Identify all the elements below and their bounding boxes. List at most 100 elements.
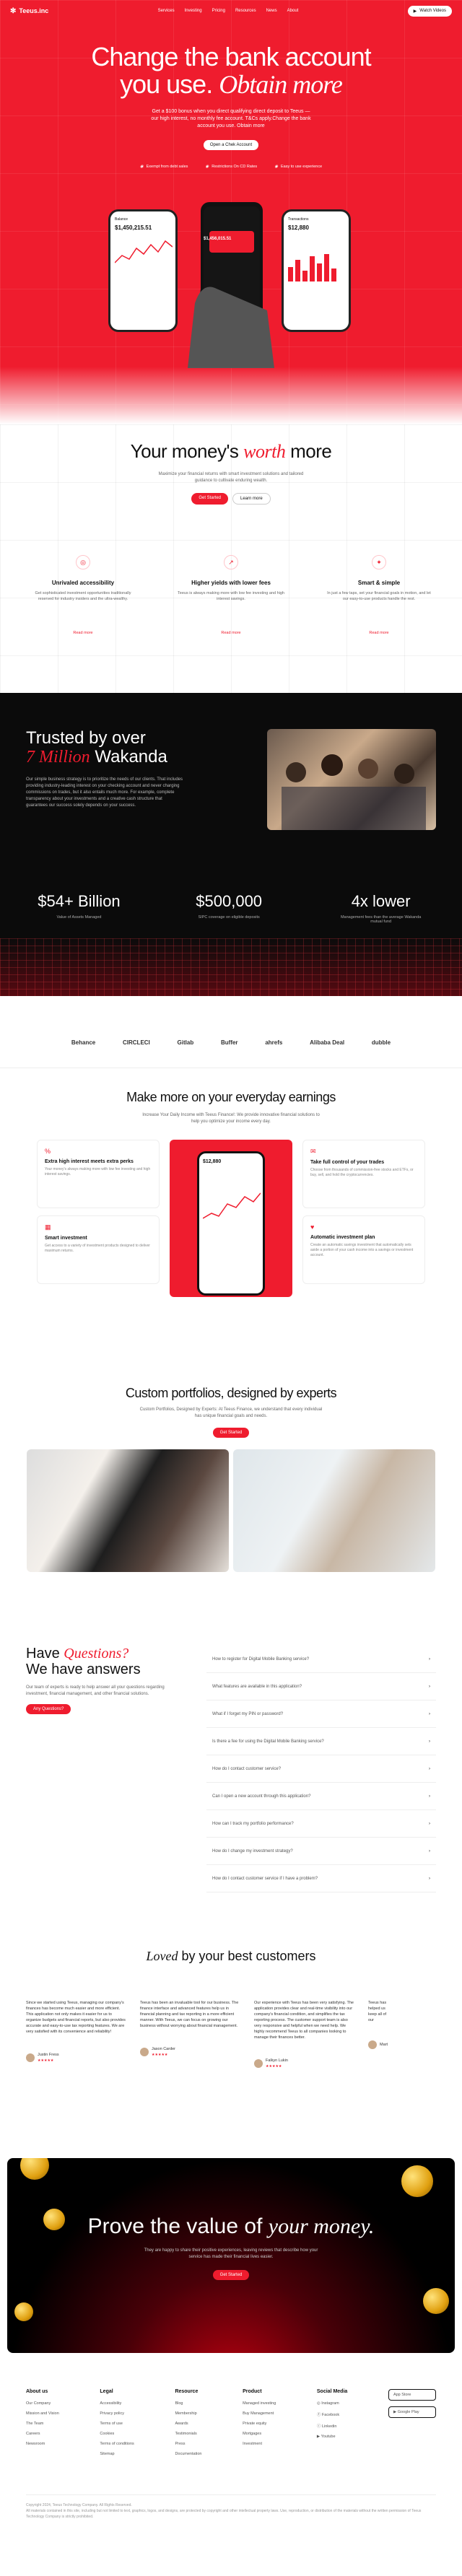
faq-item[interactable]: How do I contact customer service if I h…	[206, 1865, 436, 1892]
read-more-link[interactable]: Read more	[177, 631, 285, 635]
feature-card: ✦ Smart & simple In just a few taps, set y…	[325, 555, 433, 635]
trust-title-2: Wakanda	[95, 747, 167, 767]
google-play-button[interactable]: ▶ Google Play	[388, 2406, 436, 2418]
logo-buffer: Buffer	[220, 1039, 238, 1046]
footer-link[interactable]: Mortgages	[243, 2432, 276, 2436]
nav-resources[interactable]: Resources	[235, 9, 256, 13]
earnings-title: Make more on your everyday earnings	[126, 1090, 336, 1104]
app-store-button[interactable]: App Store	[388, 2389, 436, 2401]
footer-link[interactable]: Accessibility	[100, 2401, 134, 2406]
cta-get-started-button[interactable]: Get Started	[212, 2270, 250, 2280]
footer-link[interactable]: Mission and Vision	[26, 2411, 59, 2416]
testimonial-text: Teeus has been an invaluable tool for ou…	[140, 2001, 239, 2028]
faq-question: Is there a fee for using the Digital Mob…	[212, 1739, 324, 1744]
portfolio-get-started-button[interactable]: Get Started	[212, 1428, 250, 1438]
stat-value: 4x lower	[351, 892, 411, 910]
sparkle-icon: ✦	[372, 555, 386, 569]
learn-more-button[interactable]: Learn more	[232, 493, 271, 505]
footer-link[interactable]: The Team	[26, 2422, 59, 2426]
faq-item[interactable]: Is there a fee for using the Digital Mob…	[206, 1728, 436, 1755]
logo-alibaba: Alibaba Deal	[310, 1039, 345, 1046]
get-started-button[interactable]: Get Started	[191, 493, 228, 505]
faq-item[interactable]: How do I contact customer service? ›	[206, 1755, 436, 1783]
trend-up-icon: ↗	[224, 555, 238, 569]
faq-item[interactable]: How can I track my portfolio performance…	[206, 1810, 436, 1838]
hero-title: Change the bank account you use. Obtain …	[0, 43, 462, 99]
footer-social-facebook[interactable]: ⓕ Facebook	[317, 2411, 347, 2417]
earn-card-title: Automatic investment plan	[310, 1235, 375, 1240]
faq-item[interactable]: How do I change my investment strategy? ›	[206, 1838, 436, 1865]
faq-list: How to register for Digital Mobile Banki…	[206, 1646, 436, 1934]
trust-title: Trusted by over 7 Million Wakanda	[26, 729, 185, 767]
hero-feature-label: Easy to use experience	[281, 165, 323, 169]
nav-services[interactable]: Services	[158, 9, 175, 13]
stat-fees: 4x lower Management fees than the average…	[338, 892, 424, 924]
earn-card-title: Take full control of your trades	[310, 1160, 385, 1165]
footer-link: Facebook	[321, 2413, 340, 2417]
open-account-button[interactable]: Open a Chek Account	[204, 140, 258, 150]
footer-link[interactable]: Testimonials	[175, 2432, 201, 2436]
footer-link[interactable]: Press	[175, 2442, 201, 2446]
nav-investing[interactable]: Investing	[185, 9, 202, 13]
chevron-right-icon: ›	[429, 1711, 430, 1716]
footer-link[interactable]: Investment	[243, 2442, 276, 2446]
facebook-icon: ⓕ	[316, 2413, 322, 2417]
footer-link[interactable]: Blog	[175, 2401, 201, 2406]
footer-link[interactable]: Terms of use	[100, 2422, 134, 2426]
cta-title-italic: your money.	[268, 2214, 375, 2238]
hero-feature-label: Exempt from debt sales	[146, 165, 188, 169]
phone-mockup-left: Balance $1,450,215.51	[108, 209, 178, 332]
footer-col-about: About us Our Company Mission and Vision Th…	[26, 2389, 59, 2462]
chevron-right-icon: ›	[429, 1821, 430, 1826]
footer-link[interactable]: Our Company	[26, 2401, 59, 2406]
footer-link[interactable]: Private equity	[243, 2422, 276, 2426]
footer-col-social: Social Media ◎ Instagram ⓕ Facebook ⓘ Li…	[317, 2389, 347, 2462]
read-more-link[interactable]: Read more	[325, 631, 433, 635]
footer-social-youtube[interactable]: ▶ Youtube	[317, 2435, 347, 2439]
logo-behance: Behance	[71, 1039, 96, 1046]
testimonials-title-text: by your best customers	[181, 1949, 316, 1963]
faq-item[interactable]: What if I forget my PIN or password? ›	[206, 1700, 436, 1728]
footer-link[interactable]: Managed investing	[243, 2401, 276, 2406]
watch-videos-button[interactable]: ▶ Watch Videos	[407, 5, 452, 17]
footer-social-linkedin[interactable]: ⓘ Linkedin	[317, 2423, 347, 2429]
testimonial-name: Mart	[380, 2043, 388, 2047]
testimonial-card: Since we started using Teeus, managing o…	[26, 2000, 127, 2069]
footer-link[interactable]: Awards	[175, 2422, 201, 2426]
avatar	[368, 2040, 377, 2049]
rating-stars-icon: ★★★★★	[38, 2058, 54, 2063]
footer-link[interactable]: Privacy policy	[100, 2411, 134, 2416]
nav-news[interactable]: News	[266, 9, 277, 13]
faq-item[interactable]: What features are available in this appl…	[206, 1673, 436, 1700]
footer-social-instagram[interactable]: ◎ Instagram	[317, 2401, 347, 2406]
trust-title-italic: 7 Million	[26, 748, 90, 767]
footer-link[interactable]: Buy Management	[243, 2411, 276, 2416]
footer-link[interactable]: Documentation	[175, 2452, 201, 2456]
footer-link[interactable]: Careers	[26, 2432, 59, 2436]
feature-card: ◎ Unrivaled accessibility Get sophisticate…	[29, 555, 137, 635]
faq-item[interactable]: How to register for Digital Mobile Banki…	[206, 1646, 436, 1673]
faq-item[interactable]: Can I open a new account through this ap…	[206, 1783, 436, 1810]
nav-pricing[interactable]: Pricing	[212, 9, 225, 13]
brand-logo[interactable]: ✻ Teeus.inc	[10, 7, 48, 15]
faq-question: Can I open a new account through this ap…	[212, 1794, 311, 1799]
testimonial-card: Teeus has helped us keep all of our Mart	[368, 2000, 390, 2069]
any-questions-button[interactable]: Any Questions?	[26, 1704, 71, 1714]
nav-about[interactable]: About	[287, 9, 299, 13]
footer-link[interactable]: Newsroom	[26, 2442, 59, 2446]
rating-stars-icon: ★★★★★	[152, 2053, 168, 2057]
footer-link[interactable]: Sitemap	[100, 2452, 134, 2456]
portfolio-section: Custom portfolios, designed by experts C…	[0, 1364, 462, 1646]
read-more-link[interactable]: Read more	[29, 631, 137, 635]
phone-transactions-value: $12,880	[288, 224, 309, 231]
footer-link[interactable]: Membership	[175, 2411, 201, 2416]
footer-col-title: Legal	[100, 2389, 113, 2394]
check-icon: ◉	[205, 165, 209, 169]
footer-col-title: About us	[26, 2389, 48, 2394]
footer-link[interactable]: Terms of conditions	[100, 2442, 134, 2446]
brand-name: Teeus.inc	[19, 7, 49, 14]
testimonial-name: Jason Carder	[152, 2047, 176, 2051]
worth-title: Your money's worth more	[0, 424, 462, 463]
earn-card-text: Choose from thousands of commission-free…	[310, 1168, 414, 1177]
footer-link[interactable]: Cookies	[100, 2432, 134, 2436]
